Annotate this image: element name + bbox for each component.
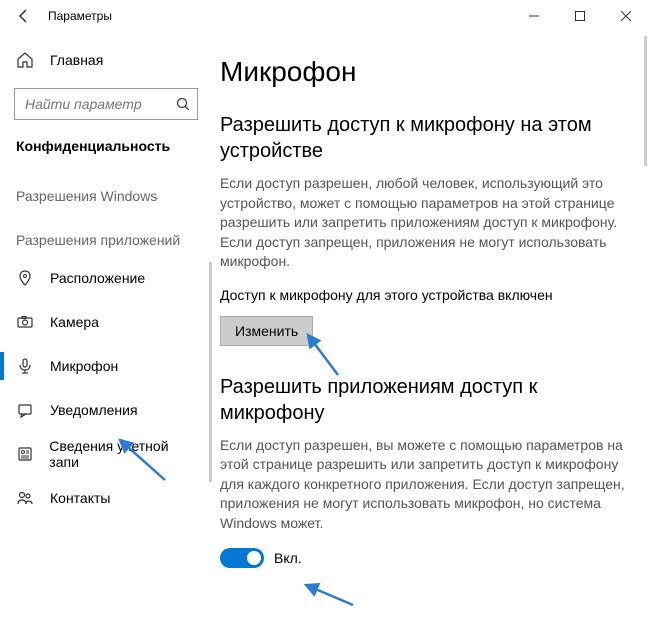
section2-title: Разрешить приложениям доступ к микрофону <box>220 374 641 426</box>
content-area: Микрофон Разрешить доступ к микрофону на… <box>212 32 649 621</box>
sidebar-item-label: Микрофон <box>50 358 118 374</box>
section1-body: Если доступ разрешен, любой человек, исп… <box>220 174 641 272</box>
section2-body: Если доступ разрешен, вы можете с помощь… <box>220 436 641 534</box>
change-button[interactable]: Изменить <box>220 316 313 346</box>
page-heading: Микрофон <box>220 56 641 88</box>
titlebar: Параметры <box>0 0 649 32</box>
sidebar-section-title: Конфиденциальность <box>0 130 212 168</box>
sidebar-item-label: Контакты <box>50 490 110 506</box>
maximize-button[interactable] <box>557 0 603 32</box>
window-title: Параметры <box>40 9 511 23</box>
home-icon <box>16 51 34 69</box>
location-icon <box>16 270 34 286</box>
close-button[interactable] <box>603 0 649 32</box>
sidebar-item-camera[interactable]: Камера <box>0 300 212 344</box>
home-nav[interactable]: Главная <box>0 40 212 80</box>
device-access-status: Доступ к микрофону для этого устройства … <box>220 286 641 306</box>
sidebar-item-account-info[interactable]: Сведения учетной запи <box>0 432 212 476</box>
sidebar-item-label: Камера <box>50 314 99 330</box>
sidebar: Главная Конфиденциальность Разрешения Wi… <box>0 32 212 621</box>
toggle-row: Вкл. <box>220 548 641 568</box>
contacts-icon <box>16 490 34 506</box>
sidebar-item-microphone[interactable]: Микрофон <box>0 344 212 388</box>
sidebar-item-label: Сведения учетной запи <box>49 438 196 470</box>
content-scrollbar[interactable] <box>644 36 647 166</box>
group-windows-permissions: Разрешения Windows <box>0 168 212 212</box>
sidebar-item-label: Расположение <box>50 270 145 286</box>
section1-title: Разрешить доступ к микрофону на этом уст… <box>220 112 641 164</box>
account-icon <box>16 446 33 462</box>
minimize-button[interactable] <box>511 0 557 32</box>
sidebar-item-contacts[interactable]: Контакты <box>0 476 212 520</box>
sidebar-item-location[interactable]: Расположение <box>0 256 212 300</box>
home-label: Главная <box>50 52 103 68</box>
microphone-icon <box>16 358 34 374</box>
toggle-label: Вкл. <box>274 550 302 566</box>
app-access-toggle[interactable] <box>220 548 264 568</box>
sidebar-item-notifications[interactable]: Уведомления <box>0 388 212 432</box>
search-icon <box>176 97 190 111</box>
group-app-permissions: Разрешения приложений <box>0 212 212 256</box>
camera-icon <box>16 314 34 330</box>
back-button[interactable] <box>8 0 40 32</box>
sidebar-item-label: Уведомления <box>50 402 138 418</box>
search-input[interactable] <box>14 88 198 120</box>
notifications-icon <box>16 402 34 418</box>
search-wrap <box>14 88 198 120</box>
